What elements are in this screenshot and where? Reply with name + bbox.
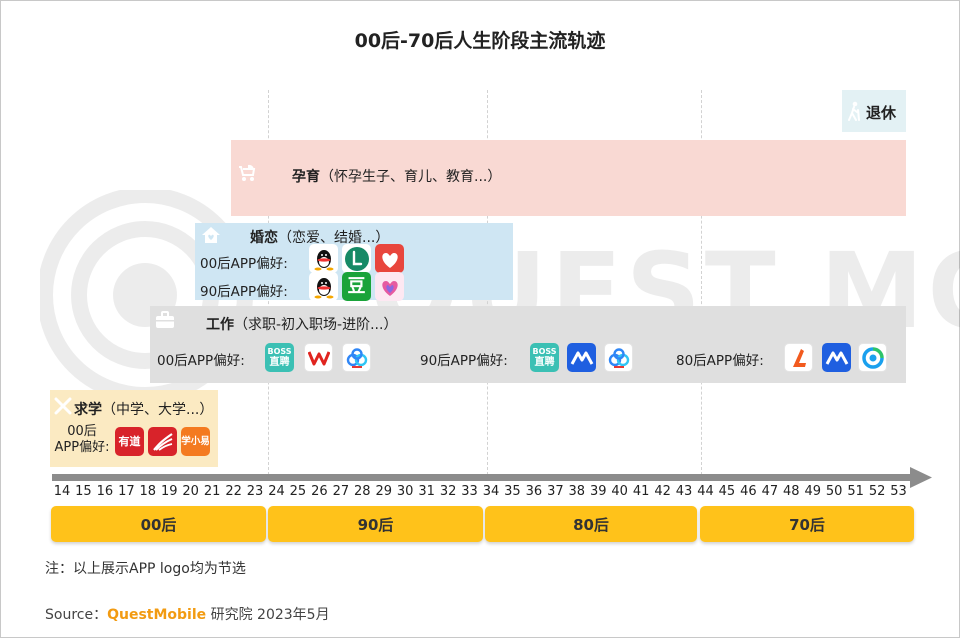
age-tick-36: 36: [525, 484, 543, 499]
age-tick-31: 31: [418, 484, 435, 499]
age-tick-27: 27: [332, 484, 350, 499]
age-tick-30: 30: [396, 484, 414, 499]
age-tick-39: 39: [589, 484, 607, 499]
age-tick-43: 43: [675, 484, 693, 499]
wechat-work-icon: [858, 343, 887, 372]
age-tick-53: 53: [890, 484, 907, 499]
generation-bar-80: 80后: [485, 506, 697, 542]
stage-label-parenting: 孕育（怀孕生子、育儿、教育...）: [292, 169, 502, 185]
generation-bar-00: 00后: [51, 506, 266, 542]
age-tick-14: 14: [53, 484, 71, 499]
work-90-pref-label: 90后APP偏好:: [420, 353, 508, 369]
age-tick-51: 51: [847, 484, 864, 499]
source-line: Source：QuestMobile 研究院 2023年5月: [45, 607, 330, 623]
baby-stroller-icon: [237, 163, 257, 187]
age-tick-22: 22: [225, 484, 242, 499]
baidu-netdisk-icon: [342, 343, 371, 372]
generation-bar-70: 70后: [700, 506, 914, 542]
soul-icon: [342, 244, 371, 273]
home-heart-icon: [201, 226, 221, 248]
douban-icon: 豆: [342, 272, 371, 301]
age-tick-50: 50: [825, 484, 843, 499]
age-tick-17: 17: [118, 484, 135, 499]
age-tick-32: 32: [439, 484, 457, 499]
xuexitong-icon: [148, 427, 177, 456]
age-tick-labels: 14 15 16 17 18 19 20 21 22 23 24 25 26 27 28 29 30 31 32 33…: [50, 484, 910, 502]
age-tick-25: 25: [289, 484, 307, 499]
age-tick-44: 44: [697, 484, 714, 499]
work-80-pref-label: 80后APP偏好:: [676, 353, 764, 369]
maimai-icon: [567, 343, 596, 372]
baihe-icon: [375, 272, 404, 301]
youdao-icon: 有道: [115, 427, 144, 456]
age-tick-20: 20: [182, 484, 199, 499]
age-tick-49: 49: [804, 484, 822, 499]
age-tick-29: 29: [375, 484, 393, 499]
age-tick-52: 52: [868, 484, 886, 499]
pencil-ruler-icon: [54, 397, 72, 419]
study-00-pref-label: 00后 APP偏好:: [54, 424, 110, 455]
maimai-icon: [822, 343, 851, 372]
age-tick-18: 18: [139, 484, 157, 499]
age-tick-37: 37: [547, 484, 564, 499]
age-axis-bar: [52, 474, 910, 481]
stage-label-study: 求学（中学、大学...）: [74, 402, 214, 418]
baidu-netdisk-icon: [604, 343, 633, 372]
age-tick-19: 19: [160, 484, 178, 499]
chart-title: 00后-70后人生阶段主流轨迹: [354, 30, 606, 52]
marriage-90-pref-label: 90后APP偏好:: [200, 284, 288, 300]
age-tick-41: 41: [632, 484, 650, 499]
walking-elder-icon: [846, 101, 862, 125]
questmobile-brand: QuestMobile: [107, 607, 207, 623]
age-tick-47: 47: [761, 484, 779, 499]
age-tick-15: 15: [75, 484, 92, 499]
stage-label-retire: 退休: [866, 104, 897, 122]
age-tick-35: 35: [504, 484, 521, 499]
age-tick-46: 46: [740, 484, 757, 499]
age-tick-26: 26: [311, 484, 328, 499]
stage-label-work: 工作（求职-初入职场-进阶...）: [206, 317, 398, 333]
age-tick-40: 40: [611, 484, 628, 499]
age-tick-28: 28: [354, 484, 371, 499]
footnote: 注：以上展示APP logo均为节选: [45, 561, 246, 577]
boss-zhipin-icon: BOSS 直聘: [265, 343, 294, 372]
age-tick-24: 24: [268, 484, 285, 499]
qq-icon: [309, 244, 338, 273]
generation-bar-90: 90后: [268, 506, 483, 542]
age-tick-38: 38: [568, 484, 586, 499]
age-tick-42: 42: [654, 484, 671, 499]
age-axis-arrow: [910, 467, 932, 488]
age-tick-48: 48: [783, 484, 800, 499]
wps-icon: [304, 343, 333, 372]
marriage-00-pref-label: 00后APP偏好:: [200, 256, 288, 272]
briefcase-icon: [155, 311, 175, 333]
xuexiaoyi-icon: 学小易: [181, 427, 210, 456]
age-tick-34: 34: [482, 484, 500, 499]
boss-zhipin-icon: BOSS 直聘: [530, 343, 559, 372]
work-00-pref-label: 00后APP偏好:: [157, 353, 245, 369]
age-tick-23: 23: [246, 484, 264, 499]
liepin-icon: [784, 343, 813, 372]
heart-dating-icon: [375, 244, 404, 273]
age-tick-21: 21: [203, 484, 221, 499]
qq-icon: [309, 272, 338, 301]
age-tick-16: 16: [96, 484, 114, 499]
age-tick-45: 45: [718, 484, 736, 499]
age-tick-33: 33: [461, 484, 478, 499]
